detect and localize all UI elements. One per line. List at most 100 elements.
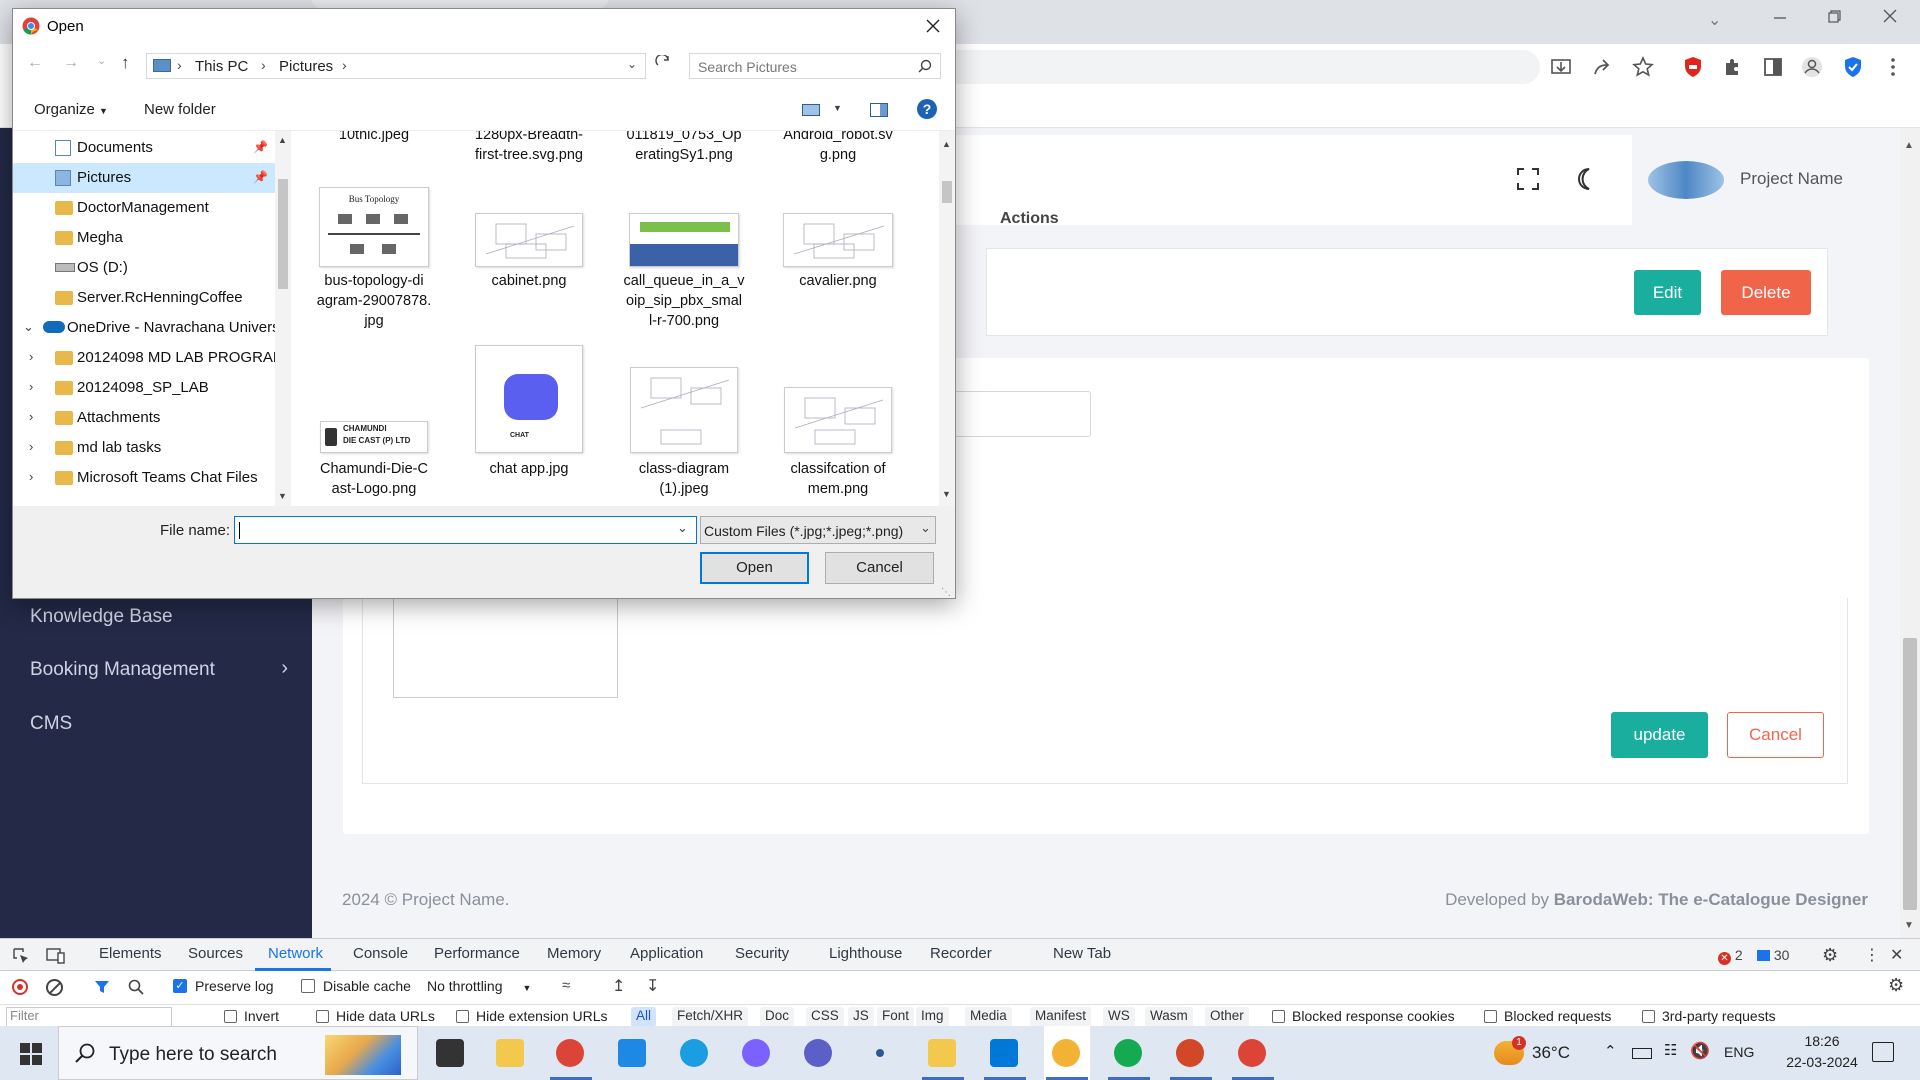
share-icon[interactable] xyxy=(1591,56,1613,78)
file-item[interactable]: call_queue_in_a_v oip_sip_pbx_smal l-r-700… xyxy=(609,271,759,331)
network-conditions-icon[interactable]: ≈ xyxy=(562,977,570,994)
device-toolbar-icon[interactable] xyxy=(46,947,66,965)
filter-checkbox[interactable] xyxy=(1484,1010,1497,1023)
nav-scroll-thumb[interactable] xyxy=(278,179,288,289)
resize-grip-icon[interactable]: ⋱ xyxy=(941,587,951,598)
open-button[interactable]: Open xyxy=(700,552,809,584)
page-scrollbar[interactable]: ▲ ▼ xyxy=(1900,128,1920,938)
file-thumbnail[interactable]: CHAMUNDI DIE CAST (P) LTD xyxy=(320,421,428,453)
file-item[interactable]: cabinet.png xyxy=(454,271,604,291)
edit-button[interactable]: Edit xyxy=(1634,270,1701,315)
file-thumbnail[interactable] xyxy=(475,213,583,267)
browser-tab[interactable] xyxy=(312,0,608,8)
refresh-icon[interactable] xyxy=(655,55,671,71)
devtools-close-icon[interactable]: ✕ xyxy=(1890,945,1903,965)
edge-icon[interactable] xyxy=(680,1039,708,1067)
nav-item[interactable]: › md lab tasks xyxy=(13,433,275,463)
text-input[interactable] xyxy=(950,391,1091,437)
search-pictures-input[interactable]: Search Pictures xyxy=(689,53,941,79)
file-item[interactable]: Android_robot.sv g.png xyxy=(763,131,913,165)
nav-item[interactable]: OS (D:) xyxy=(13,253,275,283)
resource-type-filter[interactable]: JS xyxy=(848,1007,874,1027)
network-filter-input[interactable]: Filter xyxy=(6,1007,172,1027)
file-thumbnail[interactable] xyxy=(629,213,739,267)
expand-chevron-icon[interactable]: › xyxy=(29,409,33,424)
disable-cache-checkbox[interactable] xyxy=(301,979,315,993)
chrome-app-icon[interactable] xyxy=(1238,1039,1266,1067)
view-options-icon[interactable] xyxy=(802,104,820,116)
shield-extension-icon[interactable] xyxy=(1682,56,1704,78)
help-icon[interactable]: ? xyxy=(917,99,937,119)
bookmark-star-icon[interactable] xyxy=(1632,56,1654,78)
task-view-icon[interactable] xyxy=(436,1039,464,1067)
sidebar-item-knowledge-base[interactable]: Knowledge Base xyxy=(30,606,173,628)
file-name-dropdown-icon[interactable]: ⌄ xyxy=(677,520,688,536)
tray-chevron-icon[interactable]: ⌃ xyxy=(1604,1042,1617,1060)
collapse-chevron-icon[interactable]: ⌄ xyxy=(23,319,34,335)
up-arrow-icon[interactable]: ↑ xyxy=(121,53,130,73)
clock-time[interactable]: 18:26 xyxy=(1782,1033,1862,1049)
devtools-tab[interactable]: Application xyxy=(630,945,703,962)
close-window-icon[interactable] xyxy=(1882,8,1898,24)
resource-type-filter[interactable]: Fetch/XHR xyxy=(672,1007,749,1027)
filter-checkbox[interactable] xyxy=(1642,1010,1655,1023)
store-icon[interactable] xyxy=(928,1039,956,1067)
install-icon[interactable] xyxy=(1550,56,1572,78)
nav-item[interactable]: › Attachments xyxy=(13,403,275,433)
cancel-form-button[interactable]: Cancel xyxy=(1727,712,1824,758)
restore-icon[interactable] xyxy=(1826,8,1842,24)
message-count-badge[interactable]: 30 xyxy=(1757,947,1789,963)
more-menu-icon[interactable] xyxy=(1882,56,1904,78)
filter-checkbox[interactable] xyxy=(316,1010,329,1023)
file-name-input[interactable]: ⌄ xyxy=(234,516,697,544)
expand-chevron-icon[interactable]: › xyxy=(29,349,33,364)
devtools-tab[interactable]: New Tab xyxy=(1053,945,1111,962)
resource-type-filter[interactable]: Img xyxy=(916,1007,949,1027)
file-thumbnail[interactable] xyxy=(784,387,892,453)
export-har-icon[interactable]: ↧ xyxy=(646,976,659,996)
resource-type-filter[interactable]: All xyxy=(631,1007,657,1027)
filter-funnel-icon[interactable] xyxy=(94,979,110,995)
clock-date[interactable]: 22-03-2024 xyxy=(1782,1054,1862,1070)
nav-item[interactable]: Pictures 📌 xyxy=(13,163,275,193)
dialog-titlebar[interactable]: Open xyxy=(13,9,955,43)
resource-type-filter[interactable]: Other xyxy=(1205,1007,1249,1027)
devtools-tab[interactable]: Performance xyxy=(434,945,520,962)
preview-pane-icon[interactable] xyxy=(870,103,888,117)
file-type-filter[interactable]: Custom Files (*.jpg;*.jpeg;*.png) ⌄ xyxy=(700,516,936,544)
organize-button[interactable]: Organize ▼ xyxy=(34,101,108,118)
taskbar-search-box[interactable]: Type here to search xyxy=(58,1026,418,1080)
filter-checkbox[interactable] xyxy=(1272,1010,1285,1023)
breadcrumb-this-pc[interactable]: This PC xyxy=(195,58,248,75)
chrome-profile-icon[interactable] xyxy=(1052,1039,1080,1067)
file-item[interactable]: Chamundi-Die-C ast-Logo.png xyxy=(299,459,449,499)
fullscreen-icon[interactable] xyxy=(1516,167,1540,191)
devtools-more-icon[interactable]: ⋮ xyxy=(1864,945,1880,965)
devtools-tab[interactable]: Elements xyxy=(99,945,162,962)
devtools-tab[interactable]: Sources xyxy=(188,945,243,962)
sidebar-item-booking-management[interactable]: Booking Management › xyxy=(30,657,288,681)
chrome-icon[interactable] xyxy=(556,1039,584,1067)
filter-checkbox[interactable] xyxy=(456,1010,469,1023)
omnibox[interactable] xyxy=(940,50,1540,84)
dark-mode-moon-icon[interactable] xyxy=(1572,166,1598,192)
address-bar[interactable]: › This PC › Pictures › ⌄ xyxy=(146,53,646,79)
clear-icon[interactable] xyxy=(46,979,63,996)
devtools-tab[interactable]: Security xyxy=(735,945,789,962)
nav-item[interactable]: Documents 📌 xyxy=(13,133,275,163)
filter-checkbox[interactable] xyxy=(224,1010,237,1023)
temperature[interactable]: 36°C xyxy=(1532,1043,1570,1063)
developer-link[interactable]: BarodaWeb: The e-Catalogue Designer xyxy=(1554,890,1868,909)
nav-item[interactable]: › 20124098_SP_LAB xyxy=(13,373,275,403)
expand-chevron-icon[interactable]: › xyxy=(29,379,33,394)
side-panel-icon[interactable] xyxy=(1762,56,1784,78)
devtools-tab[interactable]: Network xyxy=(268,945,323,962)
windows-start-icon[interactable] xyxy=(20,1043,42,1065)
recent-chevron-icon[interactable]: ⌄ xyxy=(97,54,106,67)
file-thumbnail[interactable]: Bus Topology xyxy=(319,187,429,267)
forward-arrow-icon[interactable]: → xyxy=(63,54,79,72)
devtools-tab[interactable]: Memory xyxy=(547,945,601,962)
file-item[interactable]: class-diagram (1).jpeg xyxy=(609,459,759,499)
file-item[interactable]: 011819_0753_Op eratingSy1.png xyxy=(609,131,759,165)
view-caret-icon[interactable]: ▼ xyxy=(833,103,842,113)
